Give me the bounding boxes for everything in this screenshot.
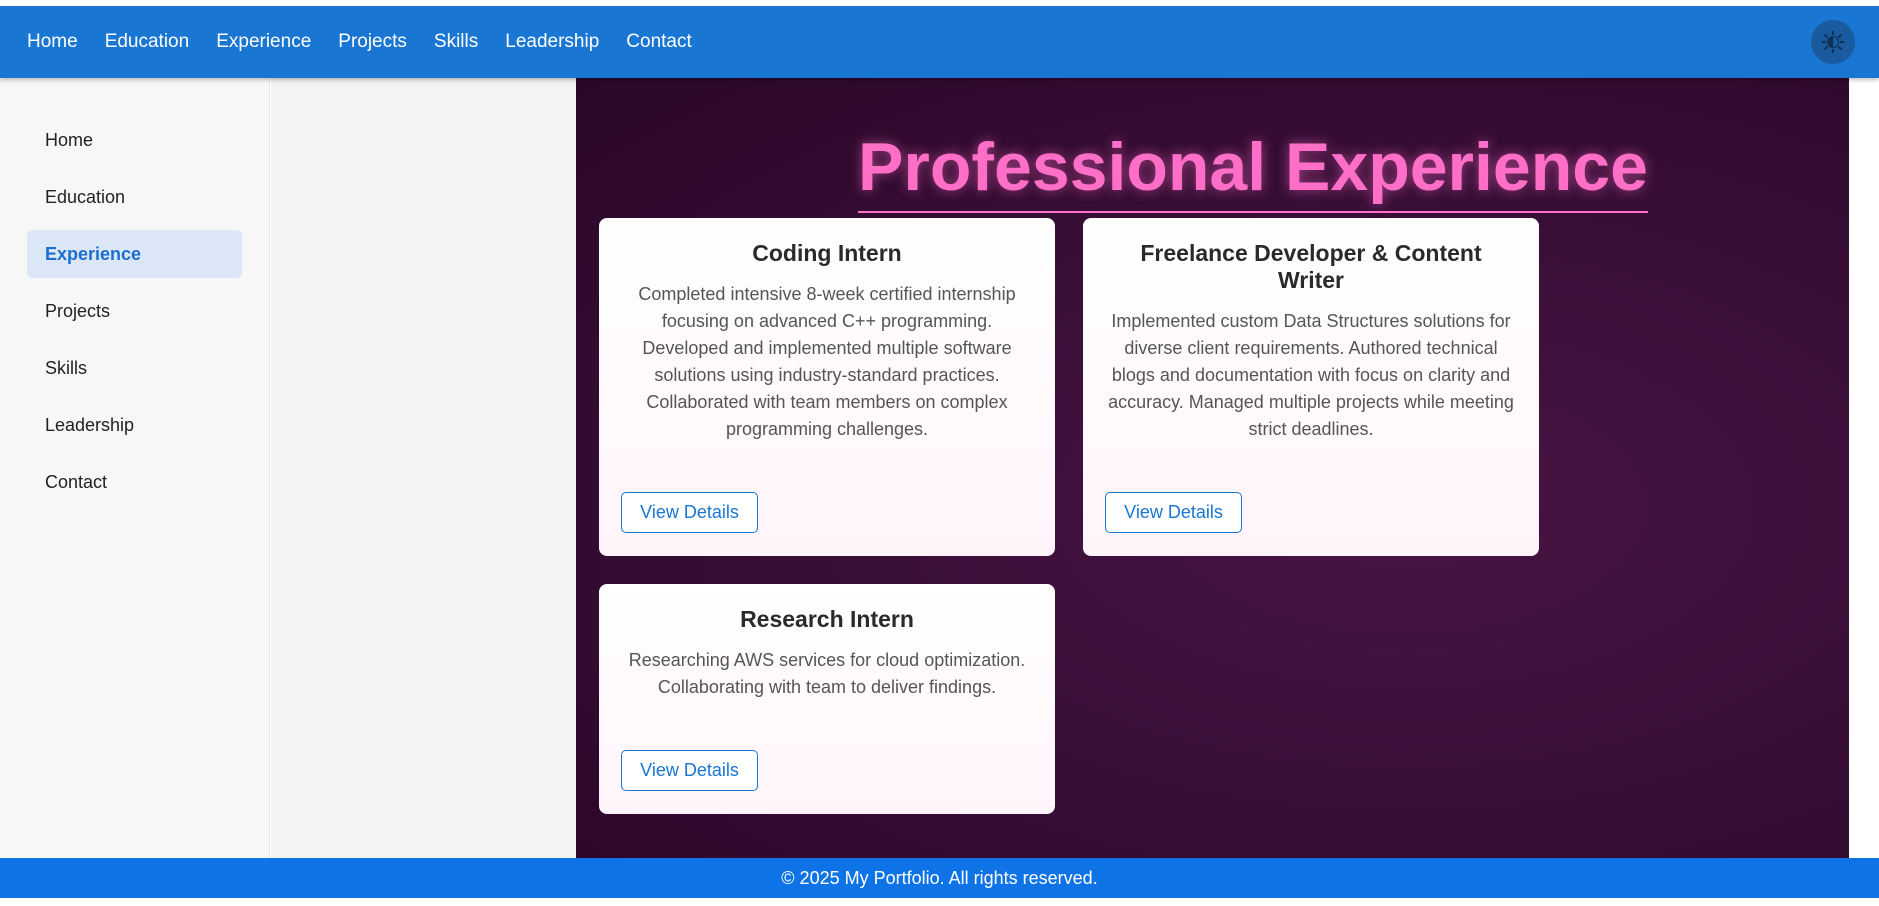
theme-toggle-button[interactable] [1811, 20, 1855, 64]
view-details-button[interactable]: View Details [1105, 492, 1242, 533]
content-gutter [271, 78, 576, 858]
card-description: Researching AWS services for cloud optim… [628, 650, 1026, 697]
sidebar-item-experience[interactable]: Experience [27, 230, 242, 278]
sidebar-item-skills[interactable]: Skills [27, 344, 242, 392]
card-description: Implemented custom Data Structures solut… [1108, 311, 1514, 439]
footer-copyright: © 2025 My Portfolio. All rights reserved… [781, 867, 1098, 888]
nav-link-contact[interactable]: Contact [626, 31, 691, 53]
nav-link-experience[interactable]: Experience [216, 31, 311, 53]
experience-card-freelance-developer: Freelance Developer & Content Writer Imp… [1083, 218, 1539, 556]
sidebar-item-home[interactable]: Home [27, 116, 242, 164]
experience-card-research-intern: Research Intern Researching AWS services… [599, 584, 1055, 814]
nav-link-projects[interactable]: Projects [338, 31, 407, 53]
sidebar-item-contact[interactable]: Contact [27, 458, 242, 506]
view-details-button[interactable]: View Details [621, 750, 758, 791]
nav-link-education[interactable]: Education [105, 31, 190, 53]
card-description: Completed intensive 8-week certified int… [638, 284, 1016, 439]
sidebar-item-projects[interactable]: Projects [27, 287, 242, 335]
sidebar-item-leadership[interactable]: Leadership [27, 401, 242, 449]
card-title: Research Intern [740, 606, 914, 632]
theme-toggle-icon [1822, 31, 1844, 53]
card-title: Coding Intern [752, 240, 902, 266]
view-details-button[interactable]: View Details [621, 492, 758, 533]
sidebar-item-education[interactable]: Education [27, 173, 242, 221]
card-title: Freelance Developer & Content Writer [1140, 240, 1482, 293]
experience-card-coding-intern: Coding Intern Completed intensive 8-week… [599, 218, 1055, 556]
nav-link-skills[interactable]: Skills [434, 31, 478, 53]
top-navbar: Home Education Experience Projects Skill… [0, 6, 1879, 78]
sidebar: Home Education Experience Projects Skill… [0, 78, 270, 858]
section-title: Professional Experience [858, 130, 1648, 213]
experience-section: Professional Experience Coding Intern Co… [576, 78, 1849, 858]
nav-link-home[interactable]: Home [27, 31, 78, 53]
footer: © 2025 My Portfolio. All rights reserved… [0, 858, 1879, 898]
nav-link-leadership[interactable]: Leadership [505, 31, 599, 53]
